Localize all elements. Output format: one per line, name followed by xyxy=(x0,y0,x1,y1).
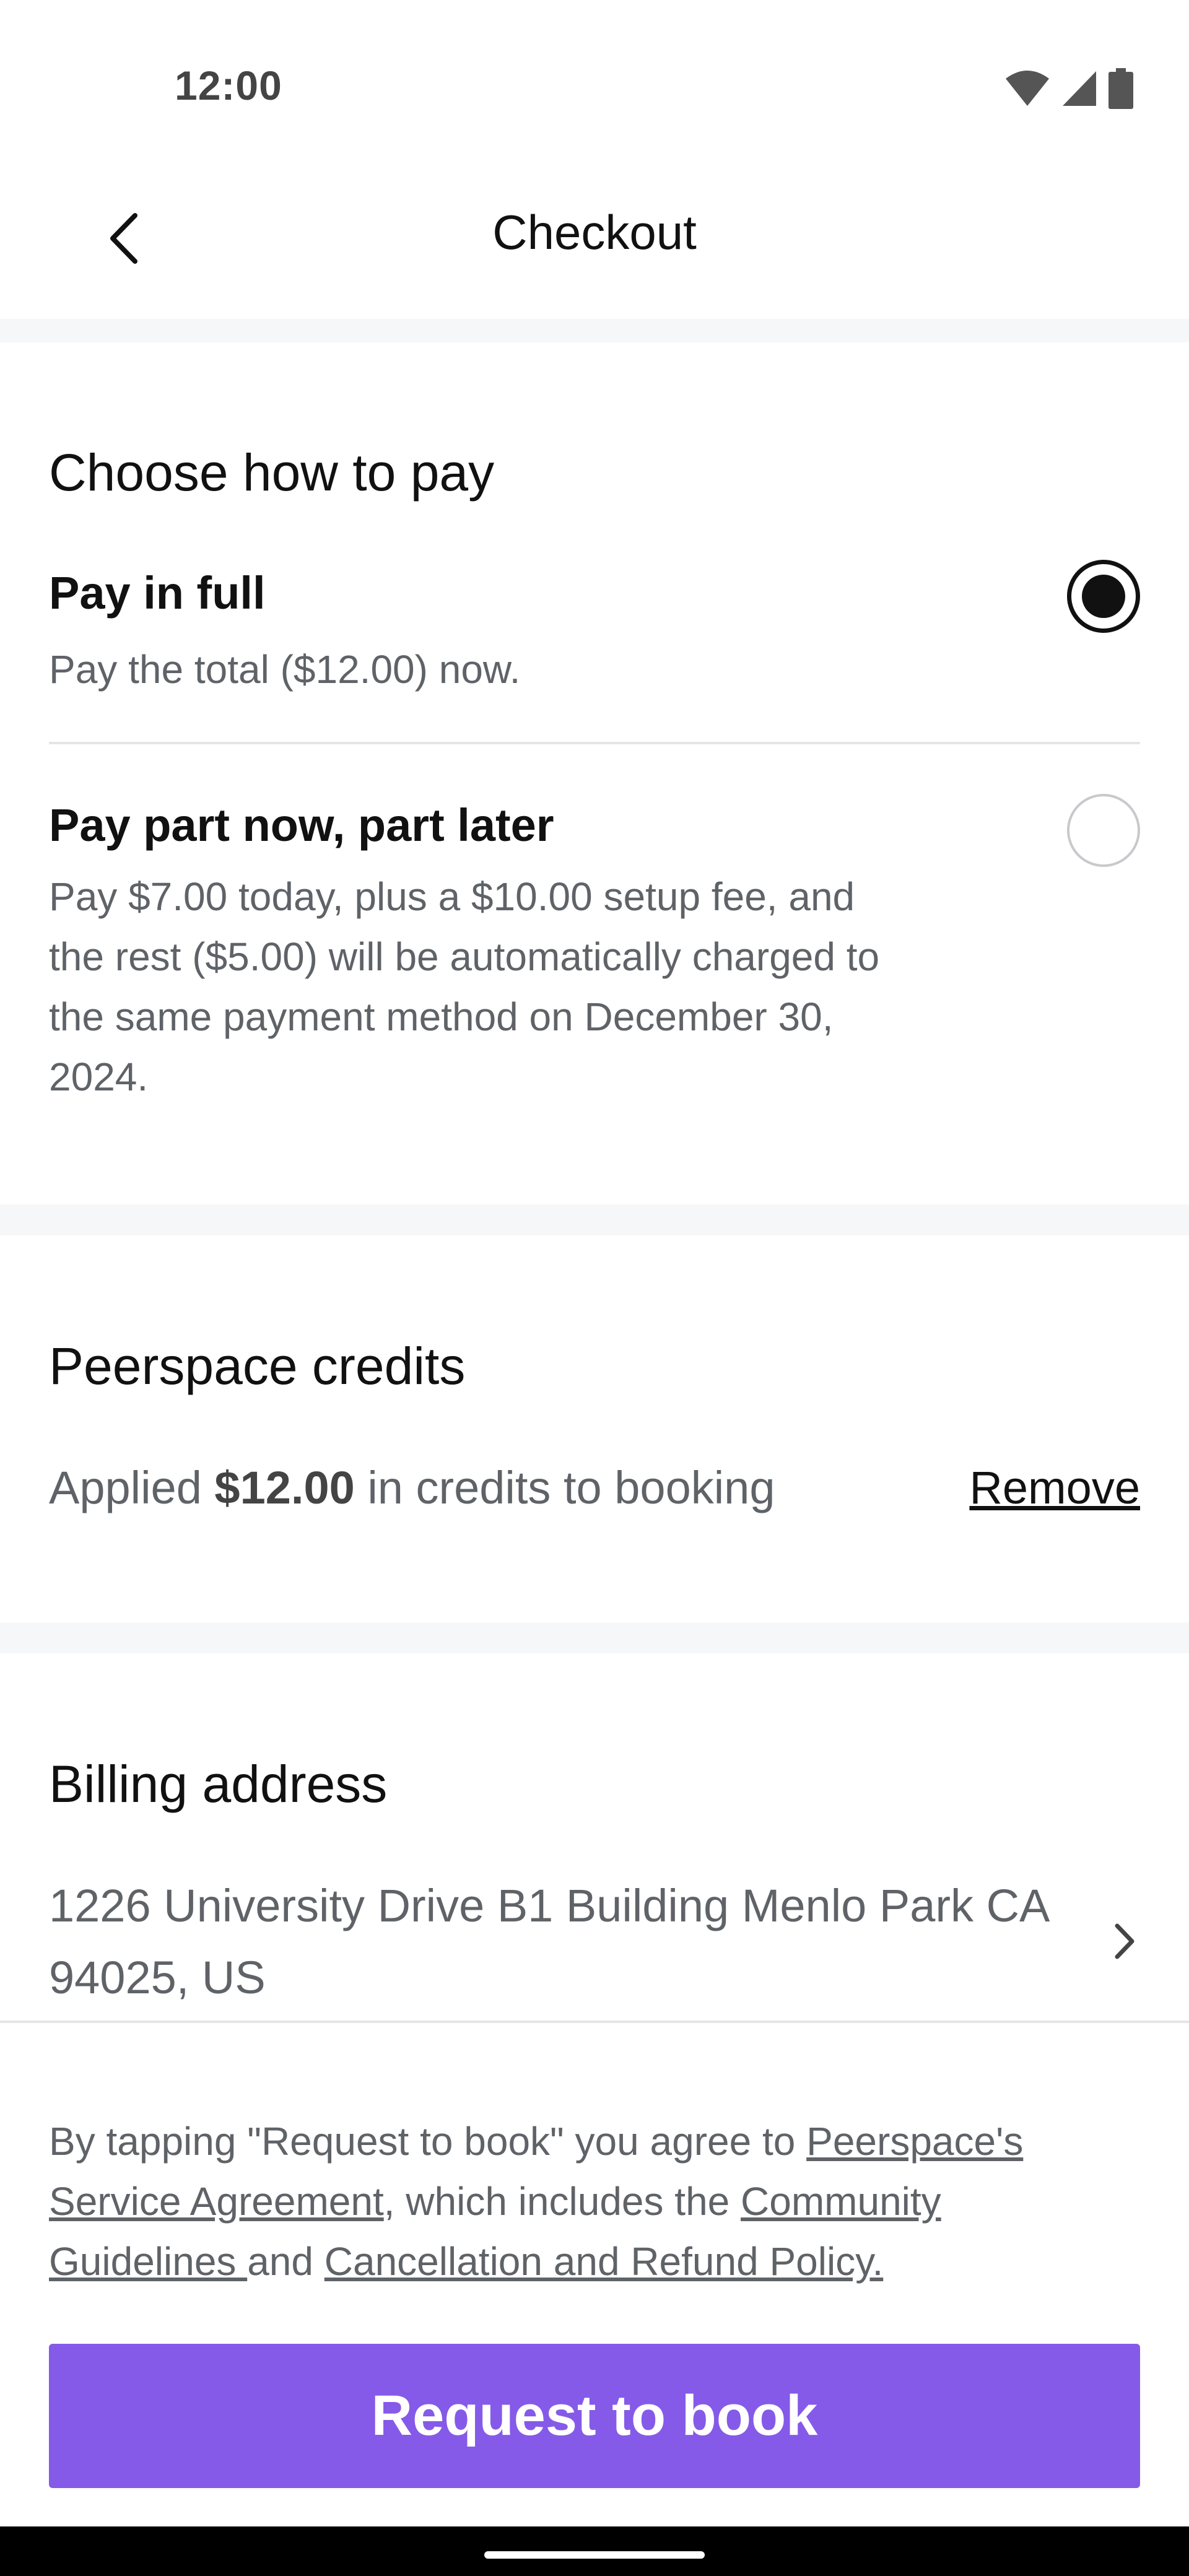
battery-icon xyxy=(1108,68,1133,109)
status-bar: 12:00 xyxy=(0,0,1189,161)
header: Checkout xyxy=(0,161,1189,319)
cancellation-policy-link[interactable]: Cancellation and Refund Policy. xyxy=(324,2239,883,2284)
payment-section-title: Choose how to pay xyxy=(49,443,495,502)
section-divider xyxy=(0,1204,1189,1235)
cellular-signal-icon xyxy=(1063,71,1096,106)
legal-text-part: By tapping "Request to book" you agree t… xyxy=(49,2119,807,2164)
legal-text-part: and xyxy=(247,2239,324,2284)
page-title: Checkout xyxy=(492,205,697,259)
billing-address: 1226 University Drive B1 Building Menlo … xyxy=(49,1880,1048,2003)
wifi-icon xyxy=(1006,71,1049,106)
request-to-book-button[interactable]: Request to book xyxy=(49,2344,1140,2488)
section-divider xyxy=(0,319,1189,342)
option-description: Pay $7.00 today, plus a $10.00 setup fee… xyxy=(49,874,880,1099)
chevron-right-icon xyxy=(1115,1923,1135,1959)
home-gesture-handle[interactable] xyxy=(484,2551,705,2559)
section-divider xyxy=(0,1622,1189,1653)
legal-text: By tapping "Request to book" you agree t… xyxy=(49,2112,1139,2292)
legal-text-part: , which includes the xyxy=(383,2179,741,2224)
credits-section-title: Peerspace credits xyxy=(49,1337,466,1395)
status-icons xyxy=(1004,67,1133,110)
pay-in-full-radio[interactable] xyxy=(1067,560,1140,633)
option-description: Pay the total ($12.00) now. xyxy=(49,647,521,692)
pay-part-radio[interactable] xyxy=(1067,794,1140,867)
option-divider xyxy=(49,742,1140,744)
remove-credits-link[interactable]: Remove xyxy=(969,1461,1140,1514)
option-title: Pay in full xyxy=(49,567,266,619)
option-title: Pay part now, part later xyxy=(49,799,554,851)
credits-suffix: in credits to booking xyxy=(367,1462,775,1513)
credits-prefix: Applied xyxy=(49,1462,202,1513)
billing-section-title: Billing address xyxy=(49,1755,388,1813)
status-time: 12:00 xyxy=(175,63,282,108)
footer-divider xyxy=(0,2021,1189,2023)
system-nav-bar xyxy=(0,2526,1189,2576)
credits-applied-text: Applied $12.00 in credits to booking xyxy=(49,1461,775,1514)
credits-amount: $12.00 xyxy=(214,1462,355,1513)
